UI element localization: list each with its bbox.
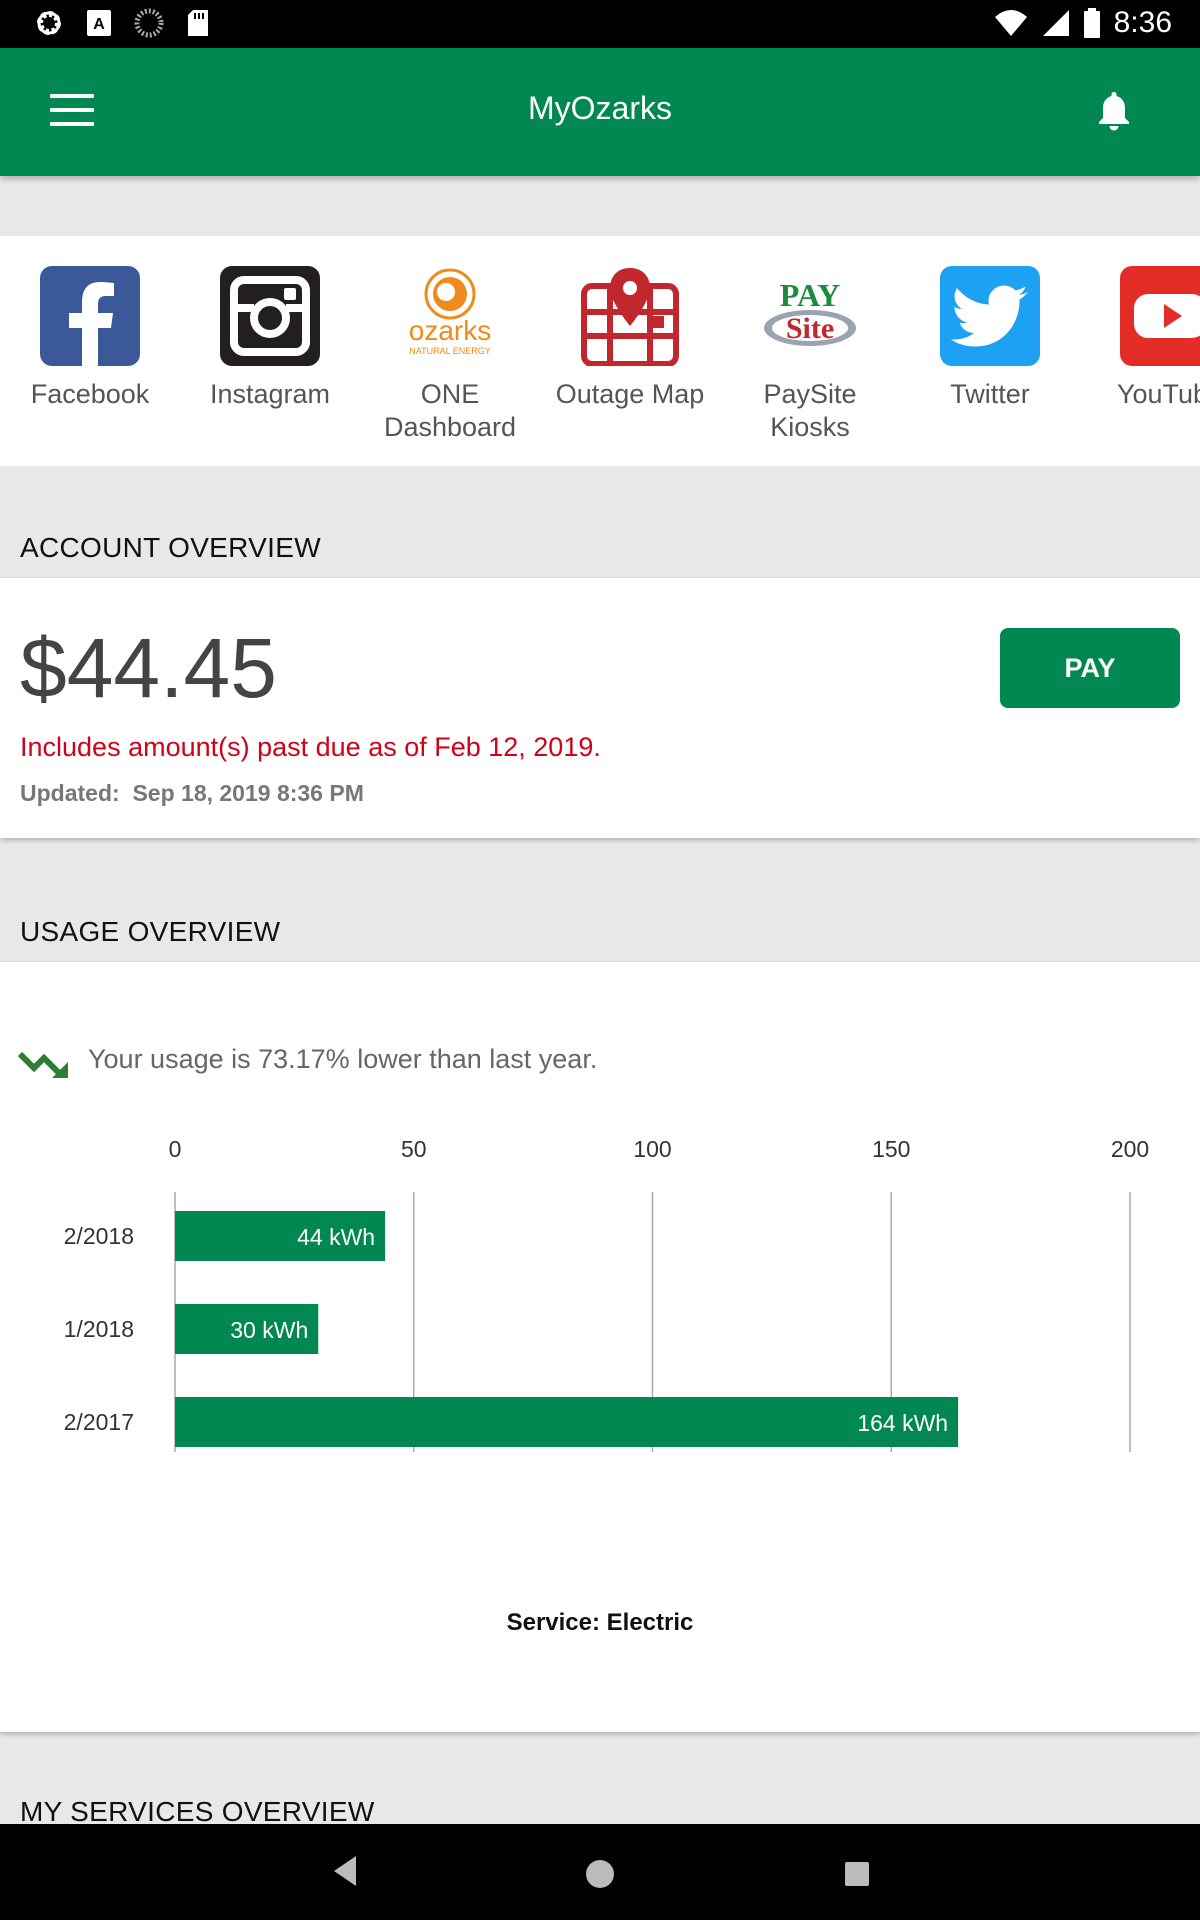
quick-link-paysite-kiosks[interactable]: PAY Site PaySite Kiosks	[725, 266, 895, 444]
sd-card-icon	[188, 10, 208, 36]
battery-icon	[1083, 8, 1100, 38]
status-bar: A 8:36	[0, 0, 1200, 48]
usage-overview-card: Your usage is 73.17% lower than last yea…	[0, 962, 1200, 1732]
bar-value-label: 164 kWh	[857, 1410, 948, 1436]
account-overview-header: ACCOUNT OVERVIEW	[20, 532, 321, 563]
keyboard-a-icon: A	[87, 10, 111, 36]
quick-link-twitter[interactable]: Twitter	[905, 266, 1075, 411]
quick-link-facebook[interactable]: Facebook	[5, 266, 175, 411]
x-tick-label: 0	[169, 1136, 182, 1162]
updated-label: Updated:	[20, 780, 120, 806]
updated-timestamp: Updated: Sep 18, 2019 8:36 PM	[20, 780, 364, 807]
svg-text:ozarks: ozarks	[409, 315, 491, 346]
quick-link-outage-map[interactable]: Outage Map	[545, 266, 715, 411]
x-tick-label: 150	[872, 1136, 910, 1162]
x-tick-label: 200	[1111, 1136, 1149, 1162]
bar-value-label: 30 kWh	[230, 1317, 308, 1343]
quick-link-label: Facebook	[30, 379, 150, 409]
updated-value: Sep 18, 2019 8:36 PM	[132, 780, 364, 806]
outage-map-icon	[580, 266, 680, 367]
pay-button[interactable]: PAY	[1000, 628, 1180, 708]
quick-link-one-dashboard[interactable]: ozarks NATURAL ENERGY ONE Dashboard	[365, 266, 535, 444]
quick-link-instagram[interactable]: Instagram	[185, 266, 355, 411]
back-icon[interactable]	[330, 1854, 360, 1888]
sync-icon	[134, 8, 164, 38]
usage-trend-text: Your usage is 73.17% lower than last yea…	[88, 1044, 598, 1074]
service-label: Service: Electric	[506, 1609, 694, 1636]
svg-text:A: A	[93, 16, 105, 33]
notification-bell-icon[interactable]	[1094, 90, 1134, 132]
app-title: MyOzarks	[528, 90, 672, 126]
settings-icon	[37, 11, 61, 35]
usage-bar[interactable]	[175, 1397, 959, 1447]
quick-link-label: Instagram	[209, 379, 331, 409]
clock: 8:36	[1113, 6, 1172, 39]
category-label: 2/2017	[64, 1409, 134, 1435]
usage-overview-header: USAGE OVERVIEW	[20, 916, 281, 947]
recent-apps-icon[interactable]	[845, 1862, 869, 1886]
quick-link-label: PaySite Kiosks	[763, 379, 857, 442]
youtube-icon	[1120, 266, 1200, 366]
wifi-icon	[994, 10, 1027, 36]
account-overview-card: $44.45 PAY Includes amount(s) past due a…	[0, 578, 1200, 838]
trending-down-icon	[18, 1051, 68, 1079]
x-tick-label: 100	[633, 1136, 671, 1162]
paysite-logo-icon: PAY Site	[760, 266, 860, 366]
quick-link-label: ONE Dashboard	[383, 379, 517, 442]
svg-text:PAY: PAY	[780, 277, 840, 313]
quick-link-youtube[interactable]: YouTube	[1085, 266, 1200, 411]
category-label: 2/2018	[64, 1223, 134, 1249]
bar-value-label: 44 kWh	[297, 1224, 375, 1250]
ozarks-logo-icon: ozarks NATURAL ENERGY	[400, 266, 500, 366]
svg-text:NATURAL ENERGY: NATURAL ENERGY	[409, 346, 491, 356]
quick-link-label: Outage Map	[555, 379, 705, 409]
svg-text:Site: Site	[786, 312, 834, 345]
x-tick-label: 50	[401, 1136, 427, 1162]
signal-icon	[1042, 10, 1069, 36]
instagram-icon	[220, 266, 320, 366]
app-bar: MyOzarks	[0, 48, 1200, 176]
facebook-icon	[40, 266, 140, 366]
balance-amount: $44.45	[20, 621, 277, 715]
quick-link-label: Twitter	[950, 379, 1030, 409]
past-due-notice: Includes amount(s) past due as of Feb 12…	[20, 732, 601, 762]
category-label: 1/2018	[64, 1316, 134, 1342]
home-icon[interactable]	[586, 1860, 614, 1888]
twitter-icon	[940, 266, 1040, 366]
quick-link-label: YouTube	[1116, 379, 1200, 409]
quick-links-row: Facebook Instagram ozarks NATURAL ENERGY…	[0, 236, 1200, 466]
usage-bar-chart: 0 50 100 150 200 2/2018 44 kWh 1/2018 30 kWh 2/20…	[64, 1136, 1149, 1452]
system-nav-bar	[0, 1824, 1200, 1920]
